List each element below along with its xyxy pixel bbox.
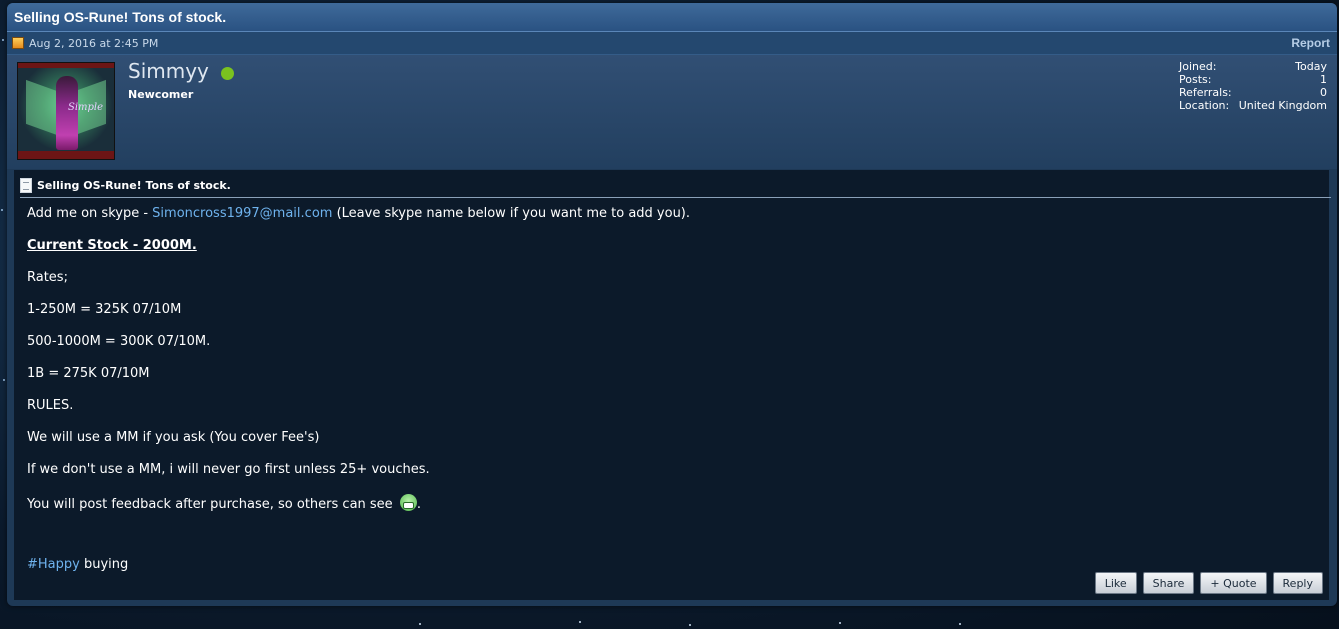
contact-prefix: Add me on skype - xyxy=(27,206,153,221)
quote-button[interactable]: + Quote xyxy=(1200,572,1267,594)
post-meta-bar: Aug 2, 2016 at 2:45 PM Report xyxy=(7,32,1337,55)
hashtag-link[interactable]: #Happy xyxy=(27,557,80,572)
online-status-icon xyxy=(221,67,234,80)
contact-suffix: (Leave skype name below if you want me t… xyxy=(332,206,691,221)
author-panel: Simple Simmyy Newcomer Joined: Today Pos… xyxy=(7,55,1337,169)
rate-line: 500-1000M = 300K 07/10M. xyxy=(27,334,211,349)
document-icon xyxy=(20,178,32,193)
rule-line: You will post feedback after purchase, s… xyxy=(27,494,421,512)
post-date[interactable]: Aug 2, 2016 at 2:45 PM xyxy=(29,37,158,50)
reply-button[interactable]: Reply xyxy=(1272,572,1323,594)
report-link[interactable]: Report xyxy=(1291,36,1330,50)
post-date-group: Aug 2, 2016 at 2:45 PM xyxy=(12,37,158,50)
current-stock: Current Stock - 2000M. xyxy=(27,238,197,253)
stat-value: Today xyxy=(1295,60,1327,73)
stat-value: 0 xyxy=(1320,86,1327,99)
stat-label: Joined: xyxy=(1179,60,1217,73)
stat-value[interactable]: 1 xyxy=(1320,73,1327,86)
stat-referrals: Referrals: 0 xyxy=(1179,86,1327,99)
stat-value: United Kingdom xyxy=(1238,99,1327,112)
post-actions: Like Share + Quote Reply xyxy=(1094,572,1323,594)
avatar[interactable]: Simple xyxy=(17,62,115,160)
thread-container: Selling OS-Rune! Tons of stock. Aug 2, 2… xyxy=(7,3,1337,606)
stat-posts: Posts: 1 xyxy=(1179,73,1327,86)
avatar-text: Simple xyxy=(68,102,104,113)
rates-heading: Rates; xyxy=(27,270,68,285)
avatar-figure xyxy=(56,76,78,150)
post-date-icon xyxy=(12,37,24,49)
stat-label: Posts: xyxy=(1179,73,1212,86)
contact-line: Add me on skype - Simoncross1997@mail.co… xyxy=(27,206,690,221)
share-button[interactable]: Share xyxy=(1142,572,1195,594)
stat-label: Location: xyxy=(1179,99,1230,112)
post-title: Selling OS-Rune! Tons of stock. xyxy=(37,179,231,192)
thread-title: Selling OS-Rune! Tons of stock. xyxy=(7,3,1337,32)
avatar-wing-left xyxy=(26,79,60,137)
skype-email-link[interactable]: Simoncross1997@mail.com xyxy=(152,206,332,221)
username[interactable]: Simmyy xyxy=(128,59,209,83)
like-button[interactable]: Like xyxy=(1094,572,1137,594)
post-title-row: Selling OS-Rune! Tons of stock. xyxy=(20,174,1331,198)
rule-line: If we don't use a MM, i will never go fi… xyxy=(27,462,430,477)
rate-line: 1-250M = 325K 07/10M xyxy=(27,302,182,317)
rule-line: We will use a MM if you ask (You cover F… xyxy=(27,430,320,445)
stat-label: Referrals: xyxy=(1179,86,1232,99)
grin-emoji-icon xyxy=(399,494,417,511)
stat-location: Location: United Kingdom xyxy=(1179,99,1327,112)
stat-joined: Joined: Today xyxy=(1179,60,1327,73)
closing-text: buying xyxy=(79,557,129,572)
avatar-image: Simple xyxy=(18,68,114,151)
rules-heading: RULES. xyxy=(27,398,74,413)
rule-text: You will post feedback after purchase, s… xyxy=(27,497,397,512)
post-content: Selling OS-Rune! Tons of stock. Add me o… xyxy=(14,170,1331,600)
user-title: Newcomer xyxy=(128,88,194,101)
closing-line: #Happy buying xyxy=(27,557,128,572)
rule-end: . xyxy=(416,497,421,512)
rate-line: 1B = 275K 07/10M xyxy=(27,366,150,381)
user-stats: Joined: Today Posts: 1 Referrals: 0 Loca… xyxy=(1179,60,1327,112)
